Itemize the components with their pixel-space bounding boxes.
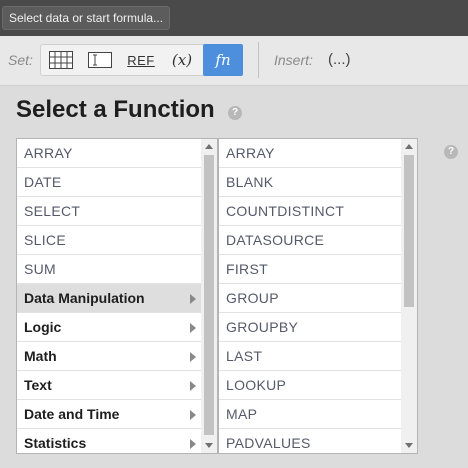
- text-cell-button[interactable]: [85, 45, 115, 75]
- function-item[interactable]: ARRAY: [219, 139, 402, 168]
- variable-label: (x): [171, 51, 193, 69]
- list-item-label: ARRAY: [24, 145, 73, 161]
- function-item[interactable]: DATASOURCE: [219, 226, 402, 255]
- list-item-label: SELECT: [24, 203, 81, 219]
- chevron-right-icon: [190, 410, 196, 420]
- formula-input[interactable]: Select data or start formula...: [2, 6, 171, 30]
- scroll-up-icon[interactable]: [205, 144, 213, 149]
- category-item[interactable]: Logic: [17, 313, 202, 342]
- category-scrollbar[interactable]: [201, 139, 217, 453]
- function-item[interactable]: GROUPBY: [219, 313, 402, 342]
- list-item-label: SUM: [24, 261, 57, 277]
- category-list: ARRAY DATE SELECT SLICE SUM Data Manipulation…: [16, 138, 218, 454]
- scroll-down-icon[interactable]: [405, 443, 413, 448]
- function-item[interactable]: FIRST: [219, 255, 402, 284]
- grid-icon: [49, 51, 73, 69]
- toolbar: Set: REF (x) fn Insert: (...): [0, 36, 468, 86]
- list-item-label: Statistics: [24, 435, 87, 451]
- ref-button[interactable]: REF: [121, 45, 161, 75]
- function-scrollbar[interactable]: [401, 139, 417, 453]
- function-help-icon[interactable]: ?: [444, 145, 458, 159]
- set-label: Set:: [8, 52, 33, 68]
- list-item-label: Text: [24, 377, 52, 393]
- formula-bar: Select data or start formula...: [0, 0, 468, 36]
- scroll-down-icon[interactable]: [205, 443, 213, 448]
- function-item[interactable]: LOOKUP: [219, 371, 402, 400]
- list-item-label: SLICE: [24, 232, 66, 248]
- set-mode-group: REF (x) fn: [40, 44, 243, 76]
- recent-function-item[interactable]: ARRAY: [17, 139, 202, 168]
- recent-function-item[interactable]: SELECT: [17, 197, 202, 226]
- list-item-label: Data Manipulation: [24, 290, 145, 306]
- help-icon[interactable]: ?: [228, 106, 242, 120]
- scroll-thumb[interactable]: [204, 155, 214, 435]
- category-item[interactable]: Math: [17, 342, 202, 371]
- text-cursor-icon: [88, 52, 112, 68]
- dialog-title: Select a Function: [16, 96, 215, 123]
- insert-label: Insert:: [274, 52, 313, 68]
- function-icon: fn: [215, 51, 231, 69]
- scroll-thumb[interactable]: [404, 155, 414, 307]
- function-item[interactable]: MAP: [219, 400, 402, 429]
- function-item[interactable]: PADVALUES: [219, 429, 402, 453]
- chevron-right-icon: [190, 294, 196, 304]
- variable-button[interactable]: (x): [167, 45, 197, 75]
- recent-function-item[interactable]: DATE: [17, 168, 202, 197]
- function-item[interactable]: LAST: [219, 342, 402, 371]
- chevron-right-icon: [190, 323, 196, 333]
- function-item[interactable]: BLANK: [219, 168, 402, 197]
- function-button[interactable]: fn: [203, 44, 243, 76]
- category-list-rows: ARRAY DATE SELECT SLICE SUM Data Manipulation…: [17, 139, 217, 453]
- toolbar-divider: [258, 42, 259, 78]
- list-item-label: Math: [24, 348, 57, 364]
- chevron-right-icon: [190, 381, 196, 391]
- recent-function-item[interactable]: SLICE: [17, 226, 202, 255]
- function-list: ARRAY BLANK COUNTDISTINCT DATASOURCE FIRST GR…: [218, 138, 418, 454]
- list-item-label: Logic: [24, 319, 62, 335]
- list-item-label: DATE: [24, 174, 62, 190]
- chevron-right-icon: [190, 439, 196, 449]
- ref-label: REF: [127, 52, 155, 68]
- grid-button[interactable]: [43, 45, 79, 75]
- category-item[interactable]: Text: [17, 371, 202, 400]
- category-item[interactable]: Date and Time: [17, 400, 202, 429]
- category-item[interactable]: Data Manipulation: [17, 284, 202, 313]
- recent-function-item[interactable]: SUM: [17, 255, 202, 284]
- insert-parentheses-button[interactable]: (...): [328, 51, 351, 68]
- chevron-right-icon: [190, 352, 196, 362]
- function-item[interactable]: COUNTDISTINCT: [219, 197, 402, 226]
- category-item[interactable]: Statistics: [17, 429, 202, 453]
- function-item[interactable]: GROUP: [219, 284, 402, 313]
- function-list-rows: ARRAY BLANK COUNTDISTINCT DATASOURCE FIRST GR…: [219, 139, 417, 453]
- list-item-label: Date and Time: [24, 406, 120, 422]
- scroll-up-icon[interactable]: [405, 144, 413, 149]
